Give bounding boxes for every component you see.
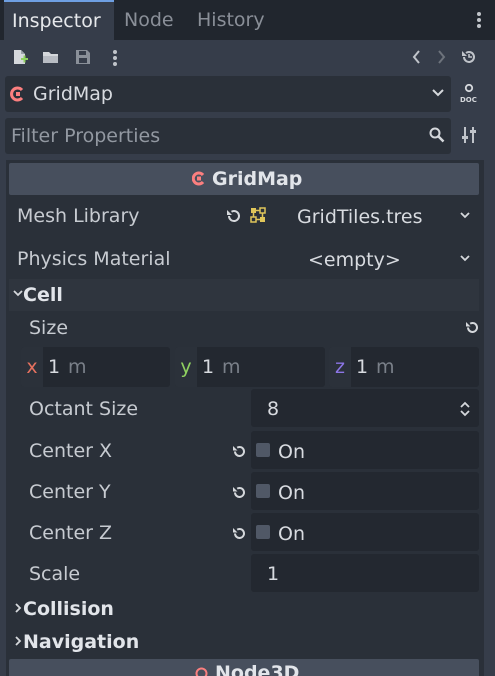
node3d-class-icon (195, 667, 208, 676)
spinbox-updown-icon[interactable] (459, 401, 471, 417)
center-x-checkbox[interactable] (256, 443, 270, 457)
navigation-collapsed-chevron-icon[interactable] (14, 636, 22, 646)
filter-properties-input[interactable]: Filter Properties (11, 123, 160, 149)
new-resource-icon[interactable] (12, 49, 28, 65)
gridmap-node-icon (10, 86, 24, 102)
center-y-label: Center Y (29, 481, 111, 503)
cell-size-y-field[interactable] (175, 347, 325, 387)
mesh-library-value[interactable]: GridTiles.tres (297, 204, 423, 230)
cell-size-y-unit: m (222, 356, 241, 378)
cell-section-title: Cell (23, 284, 63, 306)
open-resource-icon[interactable] (42, 49, 60, 65)
octant-size-value[interactable]: 8 (267, 396, 279, 422)
scale-field[interactable] (251, 554, 479, 592)
center-y-value[interactable]: On (278, 480, 305, 506)
center-y-checkbox[interactable] (256, 484, 270, 498)
object-history-icon[interactable] (461, 49, 477, 65)
tab-menu-kebab-icon[interactable] (474, 10, 484, 30)
subsection-header-cell[interactable] (9, 279, 479, 311)
tab-inspector[interactable]: Inspector (4, 0, 114, 40)
revert-center-x-icon[interactable] (232, 444, 246, 458)
node3d-section-title: Node3D (215, 662, 300, 676)
gridmap-class-icon (192, 171, 205, 186)
cell-size-x-unit: m (68, 356, 87, 378)
center-z-label: Center Z (29, 522, 113, 544)
section-title: GridMap (212, 168, 303, 190)
search-icon (429, 127, 445, 143)
octant-size-label: Octant Size (29, 398, 139, 420)
revert-center-z-icon[interactable] (232, 526, 246, 540)
cell-size-z-unit: m (376, 356, 395, 378)
open-documentation-icon[interactable]: DOC (459, 84, 479, 104)
cell-size-x-axis-label: x (21, 347, 43, 387)
mesh-library-label: Mesh Library (17, 205, 140, 227)
mesh-library-dropdown-icon[interactable] (460, 212, 470, 220)
navigation-section-title[interactable]: Navigation (23, 630, 139, 654)
svg-text:DOC: DOC (460, 96, 477, 104)
revert-center-y-icon[interactable] (232, 485, 246, 499)
cell-expanded-chevron-icon[interactable] (13, 290, 23, 298)
physics-material-label: Physics Material (17, 248, 171, 270)
physics-material-dropdown-icon[interactable] (460, 255, 470, 263)
history-back-icon[interactable] (412, 50, 422, 64)
cell-size-z-value[interactable]: 1 (356, 354, 368, 380)
collision-collapsed-chevron-icon[interactable] (14, 603, 22, 613)
cell-size-z-axis-label: z (329, 347, 351, 387)
collision-section-title[interactable]: Collision (23, 597, 114, 621)
tab-node[interactable]: Node (116, 0, 182, 40)
cell-size-label: Size (29, 317, 69, 339)
cell-size-y-value[interactable]: 1 (202, 354, 214, 380)
cell-size-x-value[interactable]: 1 (48, 354, 60, 380)
inspector-options-icon[interactable] (461, 126, 477, 144)
chevron-down-icon (432, 88, 444, 98)
scale-label: Scale (29, 563, 81, 585)
center-z-value[interactable]: On (278, 521, 305, 547)
octant-size-spinbox[interactable] (251, 389, 479, 427)
center-x-label: Center X (29, 440, 113, 462)
tab-history[interactable]: History (189, 0, 273, 40)
revert-cell-size-icon[interactable] (465, 320, 479, 334)
resource-menu-kebab-icon[interactable] (110, 48, 120, 68)
center-z-checkbox[interactable] (256, 525, 270, 539)
history-forward-icon[interactable] (436, 50, 446, 64)
revert-mesh-library-icon[interactable] (226, 208, 241, 223)
center-x-value[interactable]: On (278, 439, 305, 465)
cell-size-y-axis-label: y (175, 347, 197, 387)
cell-size-x-field[interactable] (21, 347, 170, 387)
node-selector-label: GridMap (33, 83, 113, 105)
cell-size-z-field[interactable] (329, 347, 479, 387)
mesh-library-resource-icon (250, 207, 266, 223)
save-resource-icon[interactable] (75, 49, 91, 65)
scale-value[interactable]: 1 (267, 561, 279, 587)
physics-material-value[interactable]: <empty> (308, 247, 401, 273)
